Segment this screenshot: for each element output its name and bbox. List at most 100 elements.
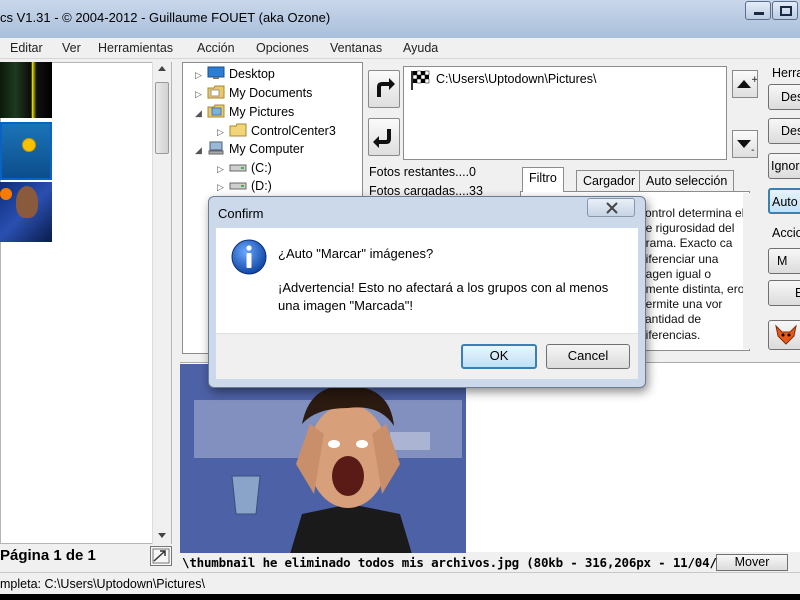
thumbnail-scrollbar[interactable]	[152, 62, 171, 544]
menu-accion[interactable]: Acción	[197, 41, 235, 55]
dialog-warning-line1: ¡Advertencia! Esto no afectará a los gru…	[278, 280, 609, 295]
close-icon	[606, 202, 618, 214]
folder-icon	[229, 123, 247, 137]
folder-documents-icon	[207, 85, 225, 99]
scrollbar-thumb[interactable]	[155, 82, 169, 154]
maximize-button[interactable]	[772, 1, 798, 20]
folder-path-item[interactable]: C:\Users\Uptodown\Pictures\	[436, 72, 596, 86]
menu-ayuda[interactable]: Ayuda	[403, 41, 438, 55]
arrow-down-left-icon	[373, 129, 391, 148]
menu-opciones[interactable]: Opciones	[256, 41, 309, 55]
arrow-up-right-icon	[377, 78, 395, 97]
window-title: cs V1.31 - © 2004-2012 - Guillaume FOUET…	[0, 10, 331, 25]
des-button-1[interactable]: Des	[768, 84, 800, 110]
tree-item-label: (C:)	[251, 161, 272, 175]
e-button[interactable]: E	[768, 280, 800, 306]
tree-item-drive-c[interactable]: ▷ (C:)	[217, 160, 272, 175]
tab-filtro[interactable]: Filtro	[522, 167, 564, 192]
tab-cargador[interactable]: Cargador	[576, 170, 643, 192]
expand-arrow-icon[interactable]: ▷	[217, 164, 229, 175]
m-button[interactable]: M	[768, 248, 800, 274]
dialog-question: ¿Auto "Marcar" imágenes?	[278, 246, 434, 261]
move-down-button[interactable]: -	[732, 130, 758, 158]
menu-ver[interactable]: Ver	[62, 41, 81, 55]
orange-dot-graphic	[0, 188, 12, 200]
triangle-up-plus-icon: +	[737, 75, 759, 88]
desktop-icon	[207, 66, 225, 79]
expand-arrow-icon[interactable]: ▷	[217, 182, 229, 193]
tree-item-label: Desktop	[229, 67, 275, 81]
tools-group-label: Herra	[772, 66, 800, 80]
folder-path-list[interactable]: C:\Users\Uptodown\Pictures\	[403, 66, 727, 160]
thumbnail-item[interactable]	[0, 182, 52, 242]
tree-item-my-computer[interactable]: ◢ My Computer	[195, 141, 304, 156]
thumbnail-item-selected[interactable]	[0, 122, 52, 180]
menu-editar[interactable]: Editar	[10, 41, 43, 55]
status-text: mpleta: C:\Users\Uptodown\Pictures\	[0, 577, 205, 591]
checkered-flag-icon	[411, 70, 430, 90]
info-icon	[231, 239, 267, 275]
minimize-button[interactable]	[745, 1, 771, 20]
menu-bar: Editar Ver Herramientas Acción Opciones …	[0, 38, 800, 59]
tree-item-label: (D:)	[251, 179, 272, 193]
maximize-icon	[780, 6, 792, 16]
coin-graphic	[22, 138, 36, 152]
expand-arrow-icon[interactable]: ▷	[195, 70, 207, 81]
expand-arrow-icon[interactable]: ▷	[195, 89, 207, 100]
tree-item-drive-d[interactable]: ▷ (D:)	[217, 178, 272, 193]
face-graphic	[16, 186, 38, 218]
svg-text:-: -	[751, 145, 755, 156]
status-bar: mpleta: C:\Users\Uptodown\Pictures\	[0, 572, 800, 594]
minimize-icon	[754, 12, 764, 15]
confirm-dialog: Confirm ¿Auto "Marcar" imágenes? ¡Advert…	[208, 196, 646, 388]
folder-pictures-icon	[207, 104, 225, 118]
remove-folder-button[interactable]	[368, 118, 400, 156]
expand-arrow-icon[interactable]: ▷	[217, 127, 229, 138]
cancel-button[interactable]: Cancel	[546, 344, 630, 369]
preview-image[interactable]	[180, 364, 466, 554]
scroll-down-icon[interactable]	[157, 532, 167, 540]
fox-icon	[775, 324, 797, 345]
actions-group-label: Accio	[772, 226, 800, 240]
tree-item-label: My Documents	[229, 86, 313, 100]
export-button[interactable]	[150, 546, 172, 566]
menu-ventanas[interactable]: Ventanas	[330, 41, 382, 55]
tab-auto-seleccion[interactable]: Auto selección	[639, 170, 735, 192]
ignore-button[interactable]: Ignora	[768, 153, 800, 179]
panel-scrollbar[interactable]	[743, 193, 750, 349]
title-bar: cs V1.31 - © 2004-2012 - Guillaume FOUET…	[0, 0, 800, 38]
tree-item-my-documents[interactable]: ▷ My Documents	[195, 85, 312, 100]
fox-button[interactable]	[768, 320, 800, 350]
move-up-button[interactable]: +	[732, 70, 759, 98]
add-folder-button[interactable]	[368, 70, 400, 108]
drive-icon	[229, 182, 247, 190]
tree-item-label: ControlCenter3	[251, 124, 336, 138]
move-button[interactable]: Mover	[716, 554, 788, 571]
page-indicator: Página 1 de 1	[0, 547, 96, 564]
file-info-text: \thumbnail he eliminado todos mis archiv…	[182, 555, 754, 570]
tree-item-my-pictures[interactable]: ◢ My Pictures	[195, 104, 294, 119]
tree-item-desktop[interactable]: ▷ Desktop	[195, 66, 275, 81]
dialog-warning-line2: una imagen "Marcada"!	[278, 298, 413, 313]
collapse-arrow-icon[interactable]: ◢	[195, 108, 207, 119]
dialog-close-button[interactable]	[587, 198, 635, 217]
triangle-down-minus-icon: -	[737, 140, 755, 156]
dialog-title: Confirm	[218, 206, 264, 221]
collapse-arrow-icon[interactable]: ◢	[195, 145, 207, 156]
screaming-boy-photo	[180, 364, 466, 554]
export-icon	[152, 548, 170, 564]
computer-icon	[208, 141, 224, 155]
des-button-2[interactable]: Des	[768, 118, 800, 144]
tree-item-label: My Pictures	[229, 105, 295, 119]
thumbnail-item[interactable]	[0, 62, 52, 118]
menu-herramientas[interactable]: Herramientas	[98, 41, 173, 55]
tree-item-label: My Computer	[229, 142, 305, 156]
auto-button[interactable]: Auto	[768, 188, 800, 214]
file-info-bar: \thumbnail he eliminado todos mis archiv…	[180, 553, 800, 572]
svg-text:+: +	[751, 75, 757, 85]
filter-description: control determina el de rigurosidad del …	[639, 206, 745, 342]
scroll-up-icon[interactable]	[157, 64, 167, 72]
ok-button[interactable]: OK	[461, 344, 537, 369]
tree-item-controlcenter3[interactable]: ▷ ControlCenter3	[217, 123, 336, 138]
drive-icon	[229, 164, 247, 172]
